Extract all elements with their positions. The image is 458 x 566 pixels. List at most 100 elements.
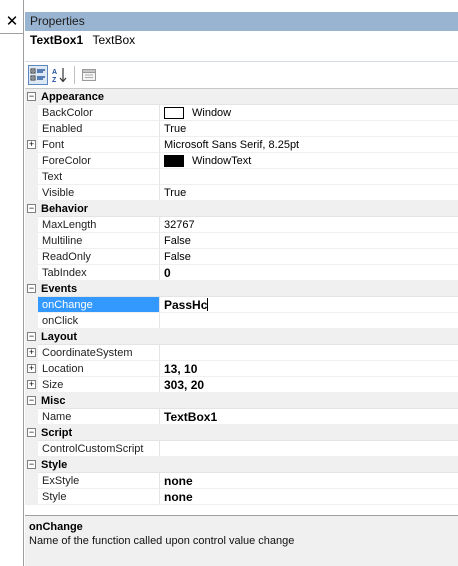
- category-label: Misc: [38, 393, 458, 409]
- property-value[interactable]: False: [160, 233, 458, 249]
- property-value[interactable]: 303, 20: [160, 377, 458, 393]
- property-row-visible[interactable]: Visible True: [25, 185, 458, 201]
- collapse-icon[interactable]: −: [27, 396, 36, 405]
- property-value[interactable]: none: [160, 489, 458, 505]
- property-row-readonly[interactable]: ReadOnly False: [25, 249, 458, 265]
- collapse-icon[interactable]: −: [27, 428, 36, 437]
- property-value-text: True: [164, 186, 187, 199]
- property-name[interactable]: ReadOnly: [38, 249, 160, 265]
- property-value[interactable]: TextBox1: [160, 409, 458, 425]
- toolbar-separator: [74, 66, 75, 84]
- property-name[interactable]: onClick: [38, 313, 160, 329]
- alphabetical-button[interactable]: A Z: [50, 65, 70, 85]
- property-name[interactable]: Style: [38, 489, 160, 505]
- collapse-icon[interactable]: −: [27, 204, 36, 213]
- collapse-icon[interactable]: −: [27, 284, 36, 293]
- color-swatch: [164, 154, 184, 167]
- property-row-enabled[interactable]: Enabled True: [25, 121, 458, 137]
- property-value[interactable]: [160, 169, 458, 185]
- category-events[interactable]: − Events: [25, 281, 458, 297]
- property-value[interactable]: 13, 10: [160, 361, 458, 377]
- category-label: Events: [38, 281, 458, 297]
- alphabetical-icon: A Z: [52, 68, 67, 83]
- property-row-forecolor[interactable]: ForeColor WindowText: [25, 153, 458, 169]
- property-row-exstyle[interactable]: ExStyle none: [25, 473, 458, 489]
- property-value[interactable]: Microsoft Sans Serif, 8.25pt: [160, 137, 458, 153]
- property-name[interactable]: CoordinateSystem: [38, 345, 160, 361]
- property-value[interactable]: [160, 441, 458, 457]
- close-icon[interactable]: ✕: [0, 10, 24, 32]
- property-row-backcolor[interactable]: BackColor Window: [25, 105, 458, 121]
- collapse-icon[interactable]: −: [27, 92, 36, 101]
- object-name: TextBox1: [30, 33, 84, 47]
- property-value[interactable]: 0: [160, 265, 458, 281]
- property-row-font[interactable]: + Font Microsoft Sans Serif, 8.25pt: [25, 137, 458, 153]
- divider: [0, 33, 24, 34]
- category-label: Style: [38, 457, 458, 473]
- property-row-onchange[interactable]: onChange PassHc: [25, 297, 458, 313]
- property-row-name[interactable]: Name TextBox1: [25, 409, 458, 425]
- property-value-text: WindowText: [192, 154, 252, 167]
- property-name[interactable]: MaxLength: [38, 217, 160, 233]
- category-layout[interactable]: − Layout: [25, 329, 458, 345]
- expand-icon[interactable]: +: [27, 380, 36, 389]
- property-name[interactable]: Size: [38, 377, 160, 393]
- category-style[interactable]: − Style: [25, 457, 458, 473]
- property-name[interactable]: ExStyle: [38, 473, 160, 489]
- property-value[interactable]: True: [160, 185, 458, 201]
- categorized-button[interactable]: [28, 65, 48, 85]
- property-row-onclick[interactable]: onClick: [25, 313, 458, 329]
- property-row-location[interactable]: + Location 13, 10: [25, 361, 458, 377]
- property-name[interactable]: ControlCustomScript: [38, 441, 160, 457]
- property-value[interactable]: Window: [160, 105, 458, 121]
- property-value[interactable]: [160, 345, 458, 361]
- property-value[interactable]: none: [160, 473, 458, 489]
- property-row-tabindex[interactable]: TabIndex 0: [25, 265, 458, 281]
- property-row-style[interactable]: Style none: [25, 489, 458, 505]
- property-row-size[interactable]: + Size 303, 20: [25, 377, 458, 393]
- property-name[interactable]: onChange: [38, 297, 160, 313]
- expand-icon[interactable]: +: [27, 364, 36, 373]
- expand-icon[interactable]: +: [27, 140, 36, 149]
- property-value[interactable]: True: [160, 121, 458, 137]
- property-row-multiline[interactable]: Multiline False: [25, 233, 458, 249]
- property-value-text: False: [164, 234, 191, 247]
- svg-text:Z: Z: [52, 77, 57, 83]
- property-name[interactable]: Enabled: [38, 121, 160, 137]
- object-selector[interactable]: TextBox1 TextBox: [25, 31, 458, 62]
- property-row-maxlength[interactable]: MaxLength 32767: [25, 217, 458, 233]
- property-row-coordinatesystem[interactable]: + CoordinateSystem: [25, 345, 458, 361]
- property-name[interactable]: Visible: [38, 185, 160, 201]
- property-name[interactable]: TabIndex: [38, 265, 160, 281]
- categorized-icon: [30, 68, 45, 81]
- property-value-text: 303, 20: [164, 377, 205, 392]
- property-value[interactable]: PassHc: [160, 297, 458, 313]
- property-value-text: Microsoft Sans Serif, 8.25pt: [164, 138, 300, 151]
- description-text: Name of the function called upon control…: [29, 535, 295, 547]
- category-script[interactable]: − Script: [25, 425, 458, 441]
- collapse-icon[interactable]: −: [27, 460, 36, 469]
- property-name[interactable]: Multiline: [38, 233, 160, 249]
- property-row-controlcustomscript[interactable]: ControlCustomScript: [25, 441, 458, 457]
- property-value[interactable]: [160, 313, 458, 329]
- property-row-text[interactable]: Text: [25, 169, 458, 185]
- property-pages-icon: [82, 69, 96, 81]
- property-value[interactable]: 32767: [160, 217, 458, 233]
- property-name[interactable]: Font: [38, 137, 160, 153]
- property-name[interactable]: Name: [38, 409, 160, 425]
- category-appearance[interactable]: − Appearance: [25, 89, 458, 105]
- toolbar: A Z: [25, 62, 458, 88]
- property-pages-button[interactable]: [79, 65, 99, 85]
- property-name[interactable]: Location: [38, 361, 160, 377]
- property-name[interactable]: Text: [38, 169, 160, 185]
- category-behavior[interactable]: − Behavior: [25, 201, 458, 217]
- property-name[interactable]: ForeColor: [38, 153, 160, 169]
- expand-icon[interactable]: +: [27, 348, 36, 357]
- property-value[interactable]: WindowText: [160, 153, 458, 169]
- property-name[interactable]: BackColor: [38, 105, 160, 121]
- collapse-icon[interactable]: −: [27, 332, 36, 341]
- property-value-text: Window: [192, 106, 232, 119]
- property-value[interactable]: False: [160, 249, 458, 265]
- category-label: Behavior: [38, 201, 458, 217]
- category-misc[interactable]: − Misc: [25, 393, 458, 409]
